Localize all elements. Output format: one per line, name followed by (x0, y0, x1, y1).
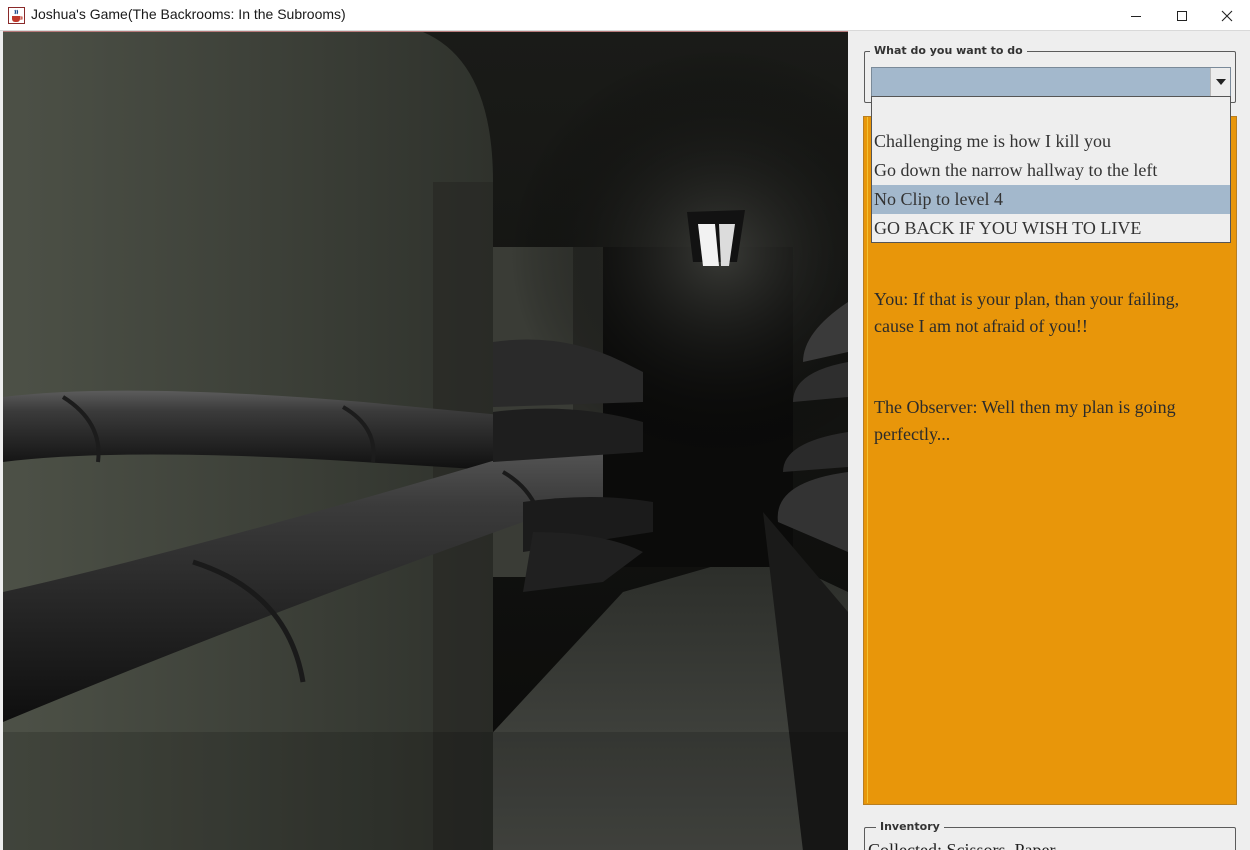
story-line: cause I am not afraid of you!! (874, 316, 1088, 336)
inventory-group-title: Inventory (876, 820, 944, 833)
java-cup-icon (8, 7, 25, 24)
maximize-icon (1177, 10, 1187, 21)
action-dropdown-list: Challenging me is how I kill you Go down… (871, 96, 1231, 243)
inventory-text: Collected: Scissors, Paper (868, 840, 1056, 850)
dropdown-option[interactable]: Challenging me is how I kill you (872, 127, 1230, 156)
story-line: The Observer: Well then my plan is going (874, 397, 1176, 417)
side-panel: What do you want to do You: If that is y… (848, 31, 1250, 850)
action-combobox[interactable] (871, 67, 1231, 97)
story-line: perfectly... (874, 424, 951, 444)
dropdown-option[interactable] (872, 97, 1230, 126)
story-line: You: If that is your plan, than your fai… (874, 289, 1180, 309)
combo-arrow-button[interactable] (1210, 68, 1230, 96)
title-bar: Joshua's Game(The Backrooms: In the Subr… (0, 0, 1250, 31)
window-title: Joshua's Game(The Backrooms: In the Subr… (31, 6, 346, 22)
maximize-button[interactable] (1159, 0, 1205, 31)
close-icon (1221, 10, 1233, 21)
dropdown-option[interactable]: Go down the narrow hallway to the left (872, 156, 1230, 185)
scene-image (3, 31, 848, 850)
chevron-down-icon (1215, 79, 1226, 85)
minimize-button[interactable] (1113, 0, 1159, 31)
dropdown-option-highlighted[interactable]: No Clip to level 4 (872, 185, 1230, 214)
action-group-title: What do you want to do (870, 44, 1027, 57)
close-button[interactable] (1204, 0, 1250, 31)
minimize-icon (1131, 15, 1141, 17)
dropdown-option[interactable]: GO BACK IF YOU WISH TO LIVE (872, 214, 1230, 243)
